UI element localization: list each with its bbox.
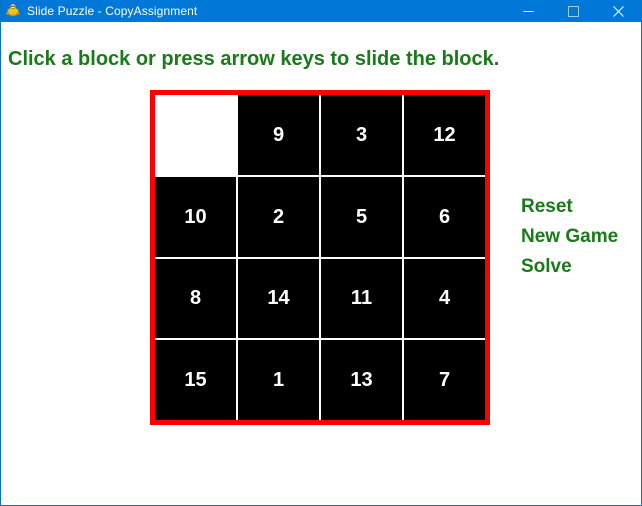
puzzle-tile[interactable]: 2 [238,176,319,257]
instruction-text: Click a block or press arrow keys to sli… [8,48,500,70]
window-controls [506,0,641,22]
puzzle-tile[interactable]: 5 [321,176,402,257]
puzzle-tile[interactable]: 7 [404,340,485,420]
window-title: Slide Puzzle - CopyAssignment [27,4,198,18]
puzzle-tile[interactable]: 11 [321,258,402,339]
app-window: Slide Puzzle - CopyAssignment Click a bl… [0,0,642,506]
puzzle-tile[interactable]: 3 [321,95,402,175]
puzzle-tile[interactable]: 9 [238,95,319,175]
puzzle-tile[interactable]: 14 [238,258,319,339]
reset-button[interactable]: Reset [521,192,618,222]
puzzle-board[interactable]: 9 3 12 10 2 5 6 8 14 11 4 15 1 13 7 [150,90,490,425]
puzzle-tile[interactable]: 15 [155,340,236,420]
puzzle-tile[interactable]: 10 [155,176,236,257]
puzzle-tile[interactable]: 13 [321,340,402,420]
puzzle-tile[interactable]: 12 [404,95,485,175]
minimize-button[interactable] [506,0,551,22]
client-area: Click a block or press arrow keys to sli… [1,22,641,505]
puzzle-tile[interactable]: 1 [238,340,319,420]
maximize-button[interactable] [551,0,596,22]
puzzle-tile[interactable]: 4 [404,258,485,339]
puzzle-tile[interactable]: 8 [155,258,236,339]
solve-button[interactable]: Solve [521,252,618,282]
side-menu: Reset New Game Solve [521,192,618,282]
close-button[interactable] [596,0,641,22]
title-bar[interactable]: Slide Puzzle - CopyAssignment [1,0,641,22]
puzzle-tile[interactable]: 6 [404,176,485,257]
python-turtle-icon [6,4,20,17]
puzzle-tile[interactable] [155,95,236,175]
new-game-button[interactable]: New Game [521,222,618,252]
puzzle-grid: 9 3 12 10 2 5 6 8 14 11 4 15 1 13 7 [155,95,485,420]
